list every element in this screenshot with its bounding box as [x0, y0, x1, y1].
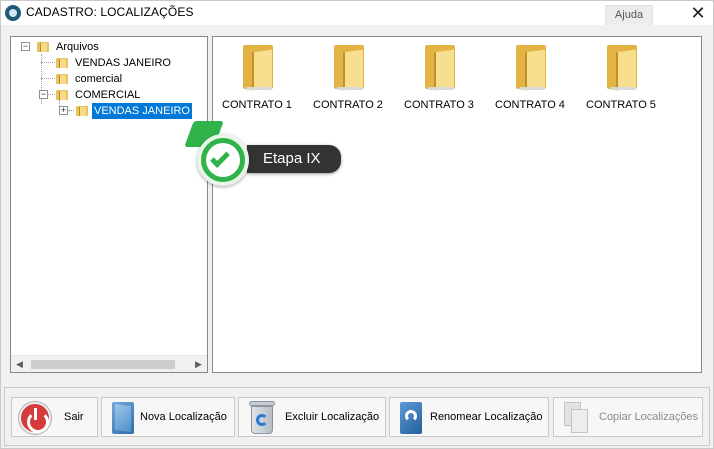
app-icon [5, 5, 21, 21]
folder-item[interactable]: CONTRATO 4 [488, 43, 572, 113]
new-document-icon [112, 402, 134, 434]
folder-icon [37, 40, 49, 52]
folder-item-label: CONTRATO 1 [222, 99, 292, 111]
tree-node-root[interactable]: − Arquivos [11, 39, 207, 55]
new-location-button[interactable]: Nova Localização [101, 397, 235, 437]
folder-icon [56, 56, 68, 68]
copy-icon [564, 402, 590, 434]
power-icon [19, 402, 51, 434]
scrollbar-thumb[interactable] [31, 360, 175, 369]
horizontal-scrollbar[interactable]: ◀ ▶ [11, 355, 207, 372]
folder-icon [243, 43, 273, 91]
action-toolbar: Sair Nova Localização Excluir Localizaçã… [4, 387, 710, 446]
recycle-bin-icon [249, 401, 275, 434]
rename-location-button[interactable]: Renomear Localização [389, 397, 549, 437]
folder-icon [334, 43, 364, 91]
scroll-left-icon[interactable]: ◀ [11, 356, 28, 373]
folder-item-label: CONTRATO 4 [495, 99, 565, 111]
collapse-icon[interactable]: − [21, 42, 30, 51]
folder-item[interactable]: CONTRATO 1 [215, 43, 299, 113]
folder-icon [425, 43, 455, 91]
delete-location-button[interactable]: Excluir Localização [238, 397, 386, 437]
exit-button[interactable]: Sair [11, 397, 98, 437]
folder-item-label: CONTRATO 3 [404, 99, 474, 111]
tree-node-label: VENDAS JANEIRO [75, 57, 171, 69]
step-callout-label: Etapa IX [247, 145, 341, 173]
folder-item-label: CONTRATO 5 [586, 99, 656, 111]
tree-node-label: VENDAS JANEIRO [91, 102, 193, 120]
new-location-label: Nova Localização [140, 411, 227, 423]
rename-location-label: Renomear Localização [430, 411, 543, 423]
folder-tree[interactable]: − Arquivos VENDAS JANEIRO comercial − CO… [10, 36, 208, 373]
window-title: CADASTRO: LOCALIZAÇÕES [26, 5, 194, 19]
folder-item[interactable]: CONTRATO 5 [579, 43, 663, 113]
folder-item[interactable]: CONTRATO 3 [397, 43, 481, 113]
folder-icon [56, 88, 68, 100]
folder-icon [56, 72, 68, 84]
exit-button-label: Sair [64, 411, 84, 423]
folder-tree-content: − Arquivos VENDAS JANEIRO comercial − CO… [11, 37, 207, 355]
expand-icon[interactable]: + [59, 106, 68, 115]
close-button[interactable]: ✕ [685, 2, 711, 24]
folder-contents[interactable]: CONTRATO 1 CONTRATO 2 CONTRATO 3 CONTRAT… [212, 36, 702, 373]
folder-item[interactable]: CONTRATO 2 [306, 43, 390, 113]
tree-node[interactable]: VENDAS JANEIRO [11, 55, 207, 71]
folder-icon [607, 43, 637, 91]
main-window: CADASTRO: LOCALIZAÇÕES Ajuda ✕ − Arquivo… [0, 0, 714, 449]
tree-node[interactable]: comercial [11, 71, 207, 87]
title-bar: CADASTRO: LOCALIZAÇÕES Ajuda ✕ [1, 1, 713, 25]
folder-item-label: CONTRATO 2 [313, 99, 383, 111]
copy-locations-button[interactable]: Copiar Localizações [553, 397, 703, 437]
collapse-icon[interactable]: − [39, 90, 48, 99]
check-badge [197, 134, 249, 186]
folder-icon [76, 104, 88, 116]
copy-locations-label: Copiar Localizações [599, 411, 699, 423]
folder-icon [516, 43, 546, 91]
delete-location-label: Excluir Localização [285, 411, 380, 423]
help-tab[interactable]: Ajuda [605, 5, 653, 25]
tree-node[interactable]: − COMERCIAL [11, 87, 207, 103]
tree-node-selected[interactable]: + VENDAS JANEIRO [11, 102, 207, 120]
rename-icon [400, 402, 422, 434]
tree-node-label: comercial [75, 73, 123, 85]
check-icon [210, 148, 230, 168]
scroll-right-icon[interactable]: ▶ [190, 356, 207, 373]
tree-node-label: Arquivos [56, 41, 99, 53]
tree-node-label: COMERCIAL [75, 89, 141, 101]
